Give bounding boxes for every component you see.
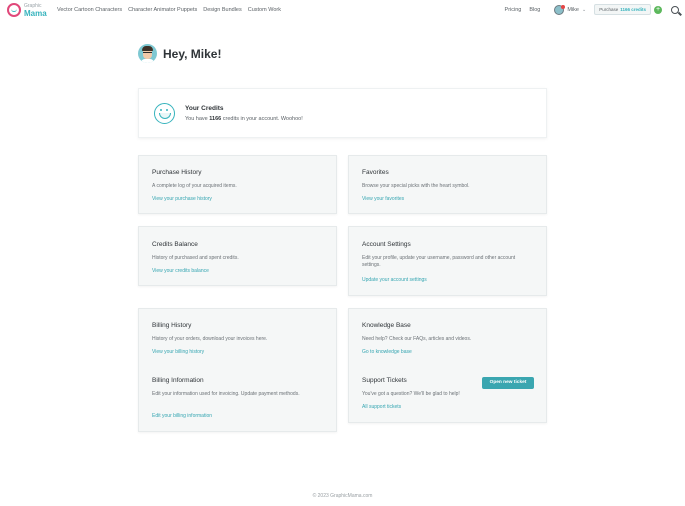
nav-pricing-link[interactable]: Pricing bbox=[505, 7, 522, 13]
credits-summary: You have 1166 credits in your account. W… bbox=[185, 116, 303, 122]
nav-right: Pricing Blog Mike ⌄ Purchase 1166 credit… bbox=[505, 4, 679, 15]
card-description: Browse your special picks with the heart… bbox=[362, 183, 470, 189]
logo-icon bbox=[7, 3, 21, 17]
card-description: A complete log of your acquired items. bbox=[152, 183, 237, 189]
card-description: Need help? Check our FAQs, articles and … bbox=[362, 336, 472, 342]
top-navigation: Graphic Mama Vector Cartoon Characters C… bbox=[0, 0, 685, 22]
main-menu: Vector Cartoon Characters Character Anim… bbox=[57, 7, 281, 13]
support-card: Knowledge Base Need help? Check our FAQs… bbox=[348, 308, 547, 423]
card-title: Purchase History bbox=[152, 169, 202, 176]
knowledge-base-title: Knowledge Base bbox=[362, 322, 411, 329]
card-description: Edit your information used for invoicing… bbox=[152, 391, 300, 397]
logo-big-text: Mama bbox=[24, 9, 47, 18]
billing-history-title: Billing History bbox=[152, 322, 192, 329]
billing-card: Billing History History of your orders, … bbox=[138, 308, 337, 432]
add-credits-icon[interactable]: + bbox=[654, 5, 662, 14]
page-title: Hey, Mike! bbox=[163, 46, 222, 61]
nav-item-custom-work[interactable]: Custom Work bbox=[248, 7, 281, 13]
nav-item-design-bundles[interactable]: Design Bundles bbox=[203, 7, 242, 13]
purchase-history-card: Purchase History A complete log of your … bbox=[138, 155, 337, 214]
card-description: History of your orders, download your in… bbox=[152, 336, 268, 342]
billing-information-link[interactable]: Edit your billing information bbox=[152, 413, 212, 419]
chevron-down-icon: ⌄ bbox=[582, 6, 587, 13]
support-tickets-link[interactable]: All support tickets bbox=[362, 404, 401, 410]
credits-count: 1166 credits bbox=[620, 7, 646, 12]
favorites-card: Favorites Browse your special picks with… bbox=[348, 155, 547, 214]
avatar bbox=[138, 44, 157, 63]
card-description: Edit your profile, update your username,… bbox=[362, 255, 516, 268]
credits-amount: 1166 bbox=[209, 116, 222, 122]
footer-copyright: © 2023 GraphicMama.com bbox=[312, 493, 373, 499]
avatar bbox=[554, 4, 566, 15]
knowledge-base-link[interactable]: Go to knowledge base bbox=[362, 349, 412, 355]
purchase-credits-button[interactable]: Purchase 1166 credits bbox=[594, 4, 651, 15]
nav-blog-link[interactable]: Blog bbox=[529, 7, 540, 13]
account-settings-link[interactable]: Update your account settings bbox=[362, 277, 427, 283]
notification-dot bbox=[561, 4, 566, 9]
card-title: Account Settings bbox=[362, 241, 411, 248]
card-description: History of purchased and spent credits. bbox=[152, 255, 239, 261]
billing-history-link[interactable]: View your billing history bbox=[152, 349, 204, 355]
user-name: Mike bbox=[567, 6, 579, 13]
support-tickets-title: Support Tickets bbox=[362, 377, 407, 384]
purchase-history-link[interactable]: View your purchase history bbox=[152, 196, 212, 202]
credits-balance-link[interactable]: View your credits balance bbox=[152, 268, 209, 274]
credits-balance-card: Credits Balance History of purchased and… bbox=[138, 226, 337, 286]
card-description: You've got a question? We'll be glad to … bbox=[362, 391, 460, 397]
search-icon[interactable] bbox=[671, 5, 679, 14]
credits-card: Your Credits You have 1166 credits in yo… bbox=[138, 88, 547, 138]
brand-logo[interactable]: Graphic Mama bbox=[7, 3, 47, 18]
account-settings-card: Account Settings Edit your profile, upda… bbox=[348, 226, 547, 296]
purchase-label: Purchase bbox=[599, 7, 619, 12]
nav-item-vector-cartoon-characters[interactable]: Vector Cartoon Characters bbox=[57, 7, 122, 13]
user-menu[interactable]: Mike ⌄ bbox=[554, 4, 587, 15]
greeting: Hey, Mike! bbox=[138, 44, 221, 63]
open-new-ticket-button[interactable]: Open new ticket bbox=[482, 377, 534, 389]
credits-title: Your Credits bbox=[185, 105, 224, 112]
nav-item-character-animator-puppets[interactable]: Character Animator Puppets bbox=[128, 7, 197, 13]
billing-information-title: Billing Information bbox=[152, 377, 204, 384]
card-title: Credits Balance bbox=[152, 241, 198, 248]
card-title: Favorites bbox=[362, 169, 389, 176]
favorites-link[interactable]: View your favorites bbox=[362, 196, 404, 202]
smiley-icon bbox=[154, 103, 175, 124]
